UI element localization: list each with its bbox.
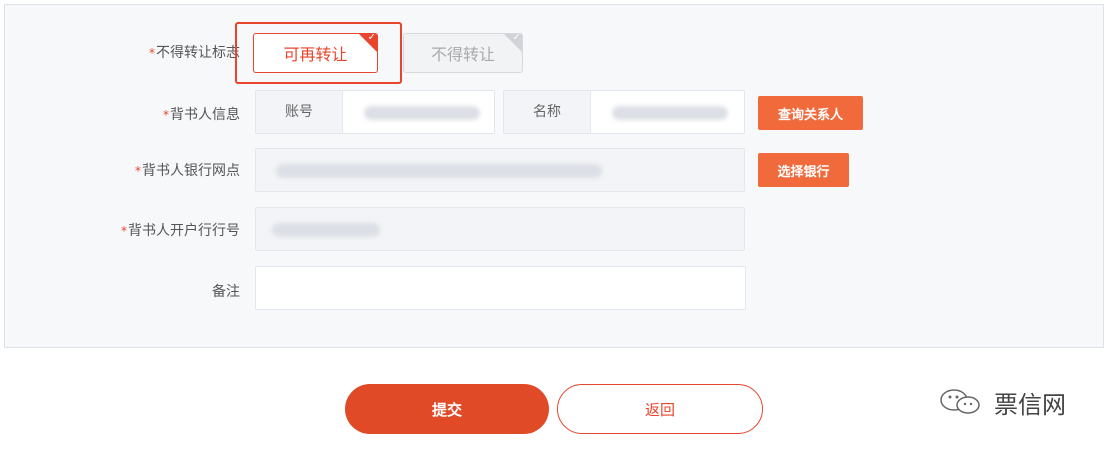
name-value-redacted <box>612 106 728 120</box>
remark-label: 备注 <box>212 284 240 300</box>
select-bank-button[interactable]: 选择银行 <box>758 153 849 187</box>
back-button[interactable]: 返回 <box>557 384 763 434</box>
bank-value-redacted <box>276 164 602 178</box>
account-value-redacted <box>364 106 480 120</box>
required-star: * <box>149 46 155 60</box>
watermark-text: 票信网 <box>994 390 1066 419</box>
bank-number-label: *背书人开户行行号 <box>121 223 240 239</box>
bank-number-field[interactable] <box>255 207 745 251</box>
account-field[interactable]: 账号 <box>255 90 495 134</box>
transfer-flag-label: *不得转让标志 <box>149 45 240 61</box>
endorser-bank-label: *背书人银行网点 <box>135 163 240 179</box>
watermark: 票信网 <box>938 384 1066 420</box>
account-prefix: 账号 <box>256 91 343 133</box>
name-prefix: 名称 <box>504 91 591 133</box>
bank-number-redacted <box>272 223 380 237</box>
required-star: * <box>163 108 169 122</box>
option-non-transferable[interactable]: 不得转让 ✓ <box>403 33 523 73</box>
highlight-box <box>235 22 402 84</box>
option-non-transferable-label: 不得转让 <box>430 45 495 64</box>
endorser-info-label: *背书人信息 <box>163 107 240 123</box>
remark-field[interactable] <box>255 266 746 310</box>
query-party-button[interactable]: 查询关系人 <box>758 96 863 130</box>
required-star: * <box>121 224 127 238</box>
chat-bubble-icon <box>940 389 980 414</box>
check-icon: ✓ <box>512 33 521 43</box>
name-field[interactable]: 名称 <box>503 90 745 134</box>
endorser-bank-field[interactable] <box>255 148 745 192</box>
submit-button[interactable]: 提交 <box>345 384 549 434</box>
required-star: * <box>135 164 141 178</box>
